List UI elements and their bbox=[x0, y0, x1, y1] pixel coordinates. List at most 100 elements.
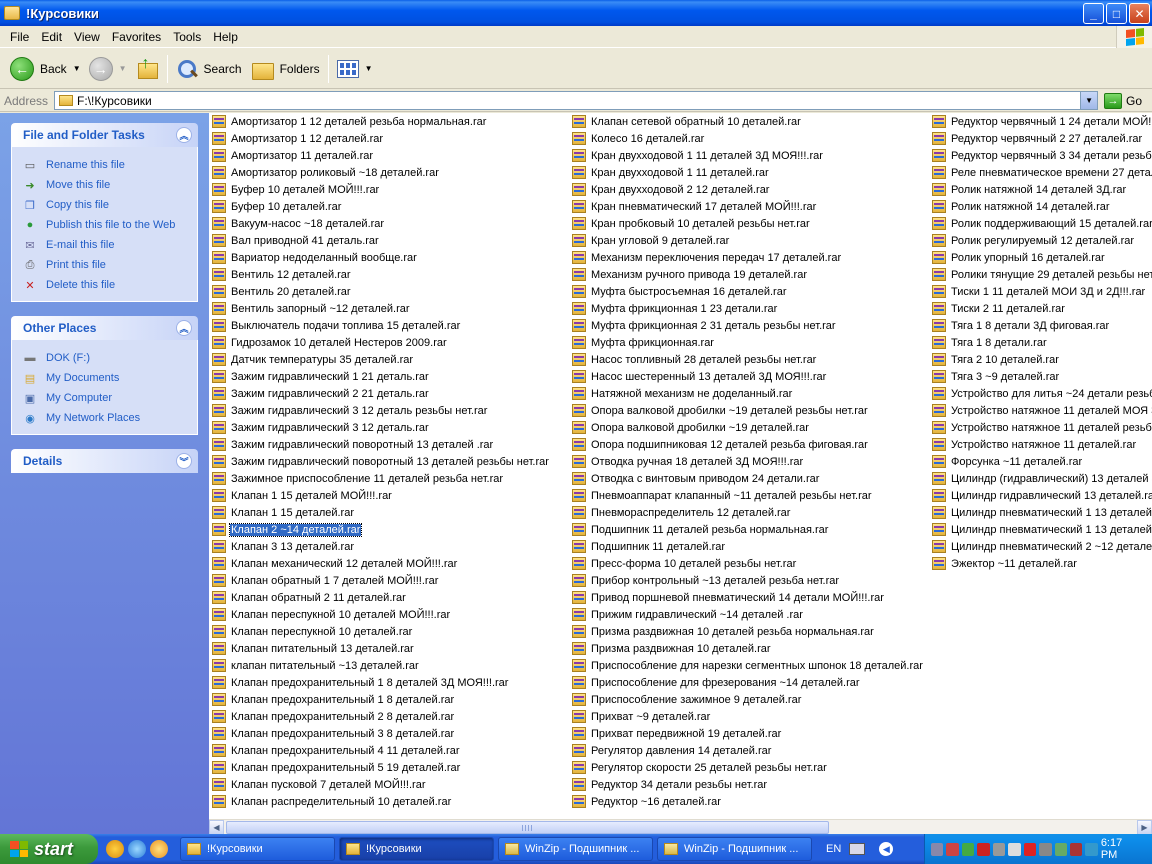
file-item[interactable]: Клапан 1 15 деталей.rar bbox=[212, 504, 355, 521]
tray-app-icon[interactable] bbox=[1069, 842, 1083, 856]
file-item[interactable]: Ролик упорный 16 деталей.rar bbox=[932, 249, 1106, 266]
file-item[interactable]: Тяга 1 8 детали.rar bbox=[932, 334, 1048, 351]
file-item[interactable]: Опора валковой дробилки ~19 деталей.rar bbox=[572, 419, 810, 436]
clock-app-icon[interactable] bbox=[150, 840, 168, 858]
file-item[interactable]: Приспособление для фрезерования ~14 дета… bbox=[572, 674, 861, 691]
menu-edit[interactable]: Edit bbox=[35, 28, 68, 46]
place-my-computer[interactable]: ▣ My Computer bbox=[22, 388, 189, 408]
file-item[interactable]: Кран пробковый 10 деталей резьбы нет.rar bbox=[572, 215, 811, 232]
file-item[interactable]: Редуктор червячный 3 34 детали резьб bbox=[932, 147, 1152, 164]
keyboard-icon[interactable] bbox=[849, 843, 866, 855]
menu-view[interactable]: View bbox=[68, 28, 106, 46]
delete-file-task[interactable]: ✕ Delete this file bbox=[22, 275, 189, 295]
file-item[interactable]: Клапан сетевой обратный 10 деталей.rar bbox=[572, 113, 802, 130]
panel-header[interactable]: Details ︾ bbox=[11, 449, 198, 473]
close-button[interactable]: ✕ bbox=[1129, 3, 1150, 24]
collapse-icon[interactable]: ︽ bbox=[176, 127, 192, 143]
go-button[interactable]: → Go bbox=[1104, 92, 1142, 109]
file-item[interactable]: Вал приводной 41 деталь.rar bbox=[212, 232, 380, 249]
file-item[interactable]: Опора подшипниковая 12 деталей резьба фи… bbox=[572, 436, 869, 453]
file-item[interactable]: Вакуум-насос ~18 деталей.rar bbox=[212, 215, 385, 232]
file-item[interactable]: Кран двухходовой 1 11 деталей 3Д МОЯ!!!.… bbox=[572, 147, 824, 164]
place-my-documents[interactable]: ▤ My Documents bbox=[22, 368, 189, 388]
file-item-selected[interactable]: Клапан 2 ~14 деталей.rar bbox=[212, 521, 363, 538]
place-network[interactable]: ◉ My Network Places bbox=[22, 408, 189, 428]
forward-dropdown-icon[interactable]: ▼ bbox=[119, 64, 127, 73]
file-item[interactable]: Устройство натяжное 11 деталей МОЯ 3 bbox=[932, 402, 1152, 419]
file-item[interactable]: Тяга 1 8 детали 3Д фиговая.rar bbox=[932, 317, 1110, 334]
email-file-task[interactable]: ✉ E-mail this file bbox=[22, 235, 189, 255]
menu-help[interactable]: Help bbox=[207, 28, 244, 46]
file-item[interactable]: Зажим гидравлический 1 21 деталь.rar bbox=[212, 368, 430, 385]
tray-app-icon[interactable] bbox=[992, 842, 1006, 856]
tray-app-icon[interactable] bbox=[1039, 842, 1052, 856]
file-item[interactable]: Насос шестеренный 13 деталей 3Д МОЯ!!!.r… bbox=[572, 368, 827, 385]
file-item[interactable]: Зажим гидравлический поворотный 13 детал… bbox=[212, 453, 550, 470]
file-item[interactable]: Приспособление зажимное 9 деталей.rar bbox=[572, 691, 802, 708]
file-item[interactable]: Клапан предохранительный 1 8 деталей.rar bbox=[212, 691, 455, 708]
file-item[interactable]: Колесо 16 деталей.rar bbox=[572, 130, 705, 147]
file-item[interactable]: клапан питательный ~13 деталей.rar bbox=[212, 657, 420, 674]
file-item[interactable]: Вентиль 12 деталей.rar bbox=[212, 266, 352, 283]
taskbar-button-kursoviki-2[interactable]: !Курсовики bbox=[339, 837, 494, 861]
file-item[interactable]: Буфер 10 деталей.rar bbox=[212, 198, 342, 215]
file-item[interactable]: Отводка ручная 18 деталей 3Д МОЯ!!!.rar bbox=[572, 453, 804, 470]
file-item[interactable]: Буфер 10 деталей МОЙ!!!.rar bbox=[212, 181, 380, 198]
file-item[interactable]: Зажим гидравлический 3 12 деталь.rar bbox=[212, 419, 430, 436]
file-item[interactable]: Пневмоаппарат клапанный ~11 деталей резь… bbox=[572, 487, 873, 504]
file-item[interactable]: Прижим гидравлический ~14 деталей .rar bbox=[572, 606, 804, 623]
file-item[interactable]: Пресс-форма 10 деталей резьбы нет.rar bbox=[572, 555, 797, 572]
tray-app-icon[interactable] bbox=[1023, 842, 1037, 856]
move-file-task[interactable]: ➜ Move this file bbox=[22, 175, 189, 195]
file-item[interactable]: Прихват передвижной 19 деталей.rar bbox=[572, 725, 782, 742]
file-item[interactable]: Клапан механический 12 деталей МОЙ!!!.ra… bbox=[212, 555, 458, 572]
file-item[interactable]: Реле пневматическое времени 27 детал bbox=[932, 164, 1152, 181]
file-item[interactable]: Призма раздвижная 10 деталей.rar bbox=[572, 640, 772, 657]
tray-app-icon[interactable] bbox=[931, 842, 944, 856]
maximize-button[interactable]: □ bbox=[1106, 3, 1127, 24]
language-indicator[interactable]: EN bbox=[826, 843, 841, 855]
file-item[interactable]: Цилиндр (гидравлический) 13 деталей 3 bbox=[932, 470, 1152, 487]
file-item[interactable]: Амортизатор роликовый ~18 деталей.rar bbox=[212, 164, 440, 181]
file-item[interactable]: Муфта фрикционная 2 31 деталь резьбы нет… bbox=[572, 317, 837, 334]
file-item[interactable]: Цилиндр пневматический 1 13 деталей. bbox=[932, 521, 1152, 538]
file-item[interactable]: Редуктор червячный 2 27 деталей.rar bbox=[932, 130, 1143, 147]
file-item[interactable]: Амортизатор 1 12 деталей резьба нормальн… bbox=[212, 113, 487, 130]
file-item[interactable]: Насос топливный 28 деталей резьбы нет.ra… bbox=[572, 351, 817, 368]
file-item[interactable]: Клапан питательный 13 деталей.rar bbox=[212, 640, 415, 657]
expand-icon[interactable]: ︾ bbox=[176, 453, 192, 469]
file-item[interactable]: Зажим гидравлический 2 21 деталь.rar bbox=[212, 385, 430, 402]
file-item[interactable]: Муфта фрикционная 1 23 детали.rar bbox=[572, 300, 778, 317]
print-file-task[interactable]: ⎙ Print this file bbox=[22, 255, 189, 275]
file-item[interactable]: Вентиль запорный ~12 деталей.rar bbox=[212, 300, 411, 317]
file-item[interactable]: Выключатель подачи топлива 15 деталей.ra… bbox=[212, 317, 461, 334]
address-dropdown-icon[interactable]: ▼ bbox=[1080, 92, 1098, 109]
file-item[interactable]: Цилиндр пневматический 2 ~12 детале bbox=[932, 538, 1152, 555]
up-button[interactable] bbox=[131, 52, 163, 86]
file-item[interactable]: Цилиндр пневматический 1 13 деталей bbox=[932, 504, 1152, 521]
scroll-right-icon[interactable]: ▶ bbox=[1137, 820, 1152, 835]
back-dropdown-icon[interactable]: ▼ bbox=[73, 64, 81, 73]
file-item[interactable]: Зажим гидравлический 3 12 деталь резьбы … bbox=[212, 402, 488, 419]
file-item[interactable]: Ролики тянущие 29 деталей резьбы нет bbox=[932, 266, 1152, 283]
file-item[interactable]: Клапан переспукной 10 деталей МОЙ!!!.rar bbox=[212, 606, 451, 623]
file-item[interactable]: Клапан пусковой 7 деталей МОЙ!!!.rar bbox=[212, 776, 426, 793]
file-item[interactable]: Призма раздвижная 10 деталей резьба норм… bbox=[572, 623, 875, 640]
file-item[interactable]: Муфта быстросъемная 16 деталей.rar bbox=[572, 283, 787, 300]
file-item[interactable]: Клапан обратный 1 7 деталей МОЙ!!!.rar bbox=[212, 572, 439, 589]
file-item[interactable]: Механизм ручного привода 19 деталей.rar bbox=[572, 266, 808, 283]
back-button[interactable]: ← Back ▼ bbox=[6, 52, 85, 86]
taskbar-button-winzip-1[interactable]: WinZip - Подшипник ... bbox=[498, 837, 653, 861]
search-button[interactable]: Search bbox=[172, 52, 246, 86]
internet-explorer-icon[interactable] bbox=[128, 840, 146, 858]
file-item[interactable]: Зажим гидравлический поворотный 13 детал… bbox=[212, 436, 494, 453]
panel-header[interactable]: File and Folder Tasks ︽ bbox=[11, 123, 198, 147]
file-item[interactable]: Ролик регулируемый 12 деталей.rar bbox=[932, 232, 1135, 249]
taskbar-button-kursoviki-1[interactable]: !Курсовики bbox=[180, 837, 335, 861]
file-item[interactable]: Клапан предохранительный 2 8 деталей.rar bbox=[212, 708, 455, 725]
file-item[interactable]: Подшипник 11 деталей резьба нормальная.r… bbox=[572, 521, 829, 538]
collapse-icon[interactable]: ︽ bbox=[176, 320, 192, 336]
tray-app-icon[interactable] bbox=[977, 842, 990, 856]
tray-app-icon[interactable] bbox=[1085, 842, 1098, 856]
file-item[interactable]: Ролик поддерживающий 15 деталей.rar bbox=[932, 215, 1152, 232]
